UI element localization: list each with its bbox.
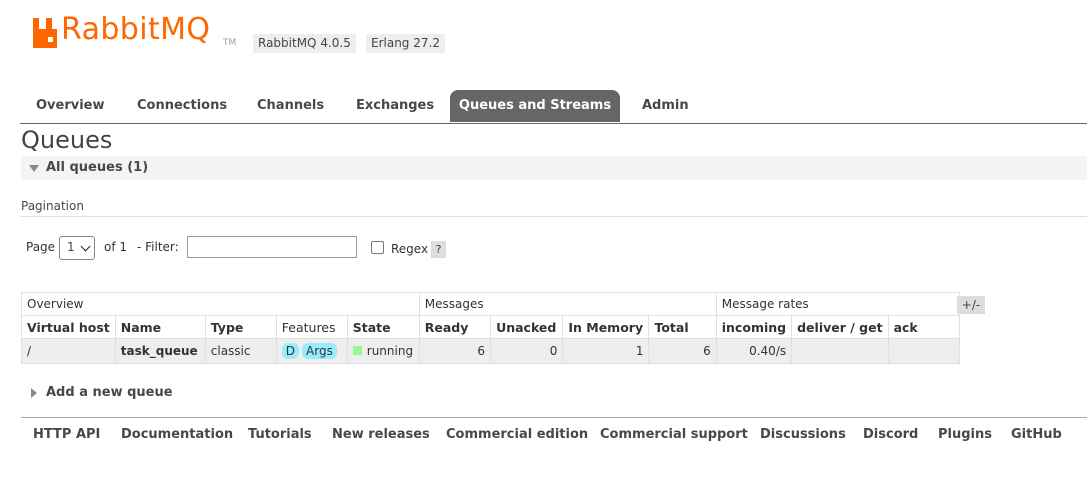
filter-label: - Filter: [137,240,179,254]
tab-overview[interactable]: Overview [36,90,105,122]
footer-link-github[interactable]: GitHub [1011,427,1062,442]
feature-durable-badge: D [281,343,300,359]
regex-checkbox[interactable] [371,241,384,254]
cell-type: classic [204,338,277,364]
rabbitmq-version-badge: RabbitMQ 4.0.5 [253,34,356,53]
footer-link-documentation[interactable]: Documentation [121,427,233,442]
all-queues-title: All queues (1) [46,160,149,175]
col-ready[interactable]: Ready [418,315,492,339]
erlang-version-badge: Erlang 27.2 [366,34,445,53]
footer-divider [21,417,1087,418]
cell-features: D Args [275,338,348,364]
page-select-value: 1 [67,240,75,254]
tab-exchanges[interactable]: Exchanges [356,90,434,122]
feature-args-badge: Args [302,343,337,359]
tab-queues-and-streams[interactable]: Queues and Streams [450,90,620,122]
queue-name-link[interactable]: task_queue [114,338,206,364]
main-nav: Overview Connections Channels Exchanges … [20,90,1087,124]
footer-link-discord[interactable]: Discord [863,427,918,442]
table-row: / task_queue classic D Args running 6 0 1… [21,338,960,364]
rabbitmq-logo-icon [33,18,57,48]
brand-name: RabbitMQ [61,12,211,47]
footer-link-http-api[interactable]: HTTP API [33,427,100,442]
col-deliver-get[interactable]: deliver / get [791,315,889,339]
footer-link-commercial-support[interactable]: Commercial support [600,427,748,442]
pagination-label: Pagination [21,199,84,213]
footer-link-discussions[interactable]: Discussions [760,427,846,442]
cell-state: running [346,338,420,364]
cell-vhost: / [21,338,116,364]
page-select[interactable]: 1 [59,236,95,260]
footer-link-tutorials[interactable]: Tutorials [248,427,312,442]
col-unacked[interactable]: Unacked [490,315,564,339]
cell-incoming: 0.40/s [715,338,793,364]
regex-label: Regex [391,242,429,256]
footer-link-new-releases[interactable]: New releases [332,427,430,442]
filter-input[interactable] [187,236,357,258]
cell-total: 6 [648,338,717,364]
cell-in-memory: 1 [562,338,650,364]
pagination-divider [21,216,1087,217]
add-queue-label: Add a new queue [46,385,173,400]
queues-table: Overview Messages Message rates Virtual … [21,292,960,364]
footer-link-plugins[interactable]: Plugins [938,427,992,442]
page-count-label: of 1 [104,240,128,254]
tab-admin[interactable]: Admin [642,90,689,122]
col-incoming[interactable]: incoming [715,315,793,339]
cell-unacked: 0 [490,338,564,364]
col-name[interactable]: Name [114,315,206,339]
trademark: TM [223,38,237,48]
group-message-rates: Message rates [715,292,960,316]
footer-link-commercial-edition[interactable]: Commercial edition [446,427,588,442]
running-status-icon [352,346,362,355]
tab-channels[interactable]: Channels [257,90,324,122]
cell-ready: 6 [418,338,492,364]
col-total[interactable]: Total [648,315,717,339]
chevron-down-icon [80,241,91,252]
collapse-triangle-icon [29,165,39,172]
tab-connections[interactable]: Connections [137,90,227,122]
col-virtual-host[interactable]: Virtual host [21,315,116,339]
page-label: Page [26,240,56,254]
col-features: Features [275,315,348,339]
all-queues-section-toggle[interactable]: All queues (1) [21,156,1087,180]
state-text: running [366,344,414,358]
rabbitmq-logo[interactable]: RabbitMQ TM [33,12,239,52]
col-ack[interactable]: ack [887,315,960,339]
col-state[interactable]: State [346,315,420,339]
col-type[interactable]: Type [204,315,277,339]
group-overview: Overview [21,292,420,316]
group-messages: Messages [418,292,717,316]
expand-triangle-icon [31,388,37,398]
page-title: Queues [21,126,113,154]
cell-deliver-get [791,338,889,364]
cell-ack [887,338,960,364]
col-in-memory[interactable]: In Memory [562,315,650,339]
regex-help-button[interactable]: ? [431,241,446,258]
columns-toggle-button[interactable]: +/- [957,296,985,314]
